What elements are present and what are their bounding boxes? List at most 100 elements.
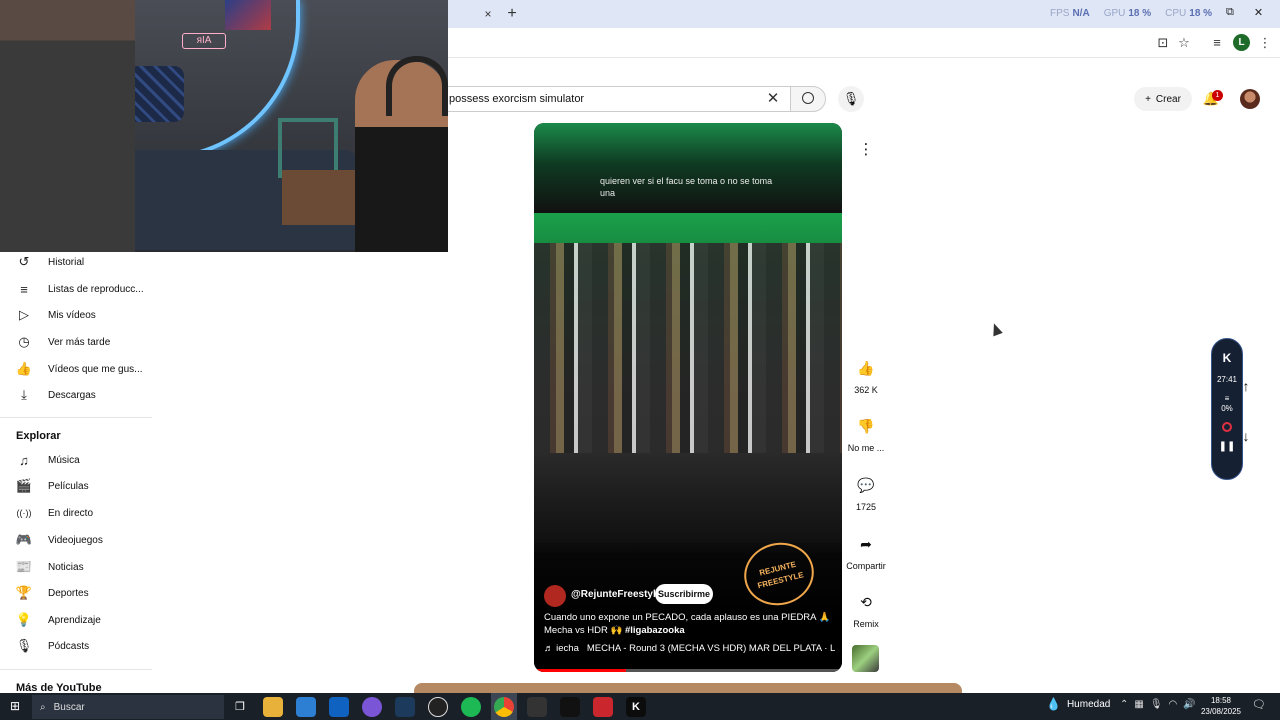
sidebar-item-label: Aprendizaje xyxy=(48,614,101,626)
taskbar-search-label: Buscar xyxy=(53,701,85,713)
tiktok-live-icon[interactable] xyxy=(560,697,580,717)
record-icon[interactable] xyxy=(1222,422,1232,432)
sidebar-item-watch-later[interactable]: ◷ Ver más tarde xyxy=(0,329,152,355)
tab-close-icon[interactable]: × xyxy=(480,6,496,22)
clock-icon: ◷ xyxy=(18,334,30,349)
discord-icon[interactable] xyxy=(362,697,382,717)
taskbar-clock[interactable]: 18:58 23/08/2025 xyxy=(1196,695,1246,717)
sidebar-item-sports[interactable]: 🏆 Deportes xyxy=(0,580,152,606)
studio-icon[interactable] xyxy=(593,697,613,717)
wifi-icon[interactable]: ◠ xyxy=(1169,699,1178,710)
music-icon: ♫ xyxy=(19,452,29,468)
chevron-up-icon[interactable]: ⌃ xyxy=(1120,699,1128,710)
sidebar-item-liked-videos[interactable]: 👍 Vídeos que me gus... xyxy=(0,356,152,382)
webcam-overlay: ᴙIA xyxy=(0,0,448,252)
share-action[interactable]: ➦ Compartir xyxy=(844,530,888,571)
network-icon[interactable]: ▦ xyxy=(1134,699,1143,710)
comment-icon[interactable]: 💬 xyxy=(852,471,880,499)
next-short-button[interactable]: ↓ xyxy=(1238,428,1254,444)
close-window-button[interactable]: ✕ xyxy=(1254,6,1263,19)
star-icon[interactable]: ☆ xyxy=(1175,34,1193,52)
sidebar-item-my-videos[interactable]: ▷ Mis vídeos xyxy=(0,302,152,328)
previous-short-button[interactable]: ↑ xyxy=(1238,378,1254,394)
search-input[interactable]: possess exorcism simulator xyxy=(440,86,792,112)
sidebar-item-label: Películas xyxy=(48,480,89,492)
remix-action[interactable]: ⟲ Remix xyxy=(844,588,888,629)
media-icon[interactable]: ≡ xyxy=(1208,34,1226,52)
film-icon: 🎬 xyxy=(15,478,33,493)
recording-widget: K 27:41 ≡ 0% ❚❚ xyxy=(1211,338,1243,480)
sidebar-item-label: Videojuegos xyxy=(48,534,103,546)
account-avatar[interactable] xyxy=(1240,89,1260,109)
chair xyxy=(278,118,338,178)
music-prefix: ♬ iecha xyxy=(544,643,579,654)
sidebar-item-news[interactable]: 📰 Noticias xyxy=(0,554,152,580)
sidebar-item-movies[interactable]: 🎬 Películas xyxy=(0,473,152,499)
more-icon[interactable]: ⋮ xyxy=(1256,34,1274,52)
kick-logo-icon: K xyxy=(1222,351,1232,365)
remix-icon[interactable]: ⟲ xyxy=(852,588,880,616)
sidebar-item-playlists[interactable]: ≡ Listas de reproducc... xyxy=(0,276,152,302)
new-tab-button[interactable]: + xyxy=(504,5,520,23)
sidebar-item-historial[interactable]: ↺ Historial xyxy=(0,249,152,275)
clear-search-icon[interactable]: ✕ xyxy=(764,90,782,108)
kick-icon[interactable]: K xyxy=(626,697,646,717)
podcast-icon: 🎙 xyxy=(15,638,33,653)
music-row[interactable]: ♬ iecha MECHA - Round 3 (MECHA VS HDR) M… xyxy=(544,643,836,654)
sidebar-item-podcasts[interactable]: 🎙 Pódcasts xyxy=(0,633,152,659)
chrome-icon[interactable] xyxy=(494,697,514,717)
streamer-left xyxy=(0,0,135,252)
subscribe-button[interactable]: Suscribirme xyxy=(655,584,713,604)
sidebar-item-label: Vídeos que me gus... xyxy=(48,363,143,375)
profile-avatar[interactable]: L xyxy=(1233,34,1250,51)
short-title: Cuando uno expone un PECADO, cada aplaus… xyxy=(544,611,834,637)
restore-button[interactable]: ⧉ xyxy=(1226,6,1234,19)
sidebar-item-live[interactable]: ((·)) En directo xyxy=(0,500,152,526)
playback-progress[interactable] xyxy=(534,669,842,672)
system-tray[interactable]: ⌃ ▦ 🎙 ◠ 🔊 xyxy=(1120,699,1196,710)
dislike-action[interactable]: 👎 No me ... xyxy=(844,412,888,453)
sidebar-item-label: Listas de reproducc... xyxy=(48,283,144,295)
channel-name[interactable]: @RejunteFreestyle xyxy=(571,589,661,600)
like-action[interactable]: 👍 362 K xyxy=(844,354,888,395)
thumbs-up-icon: 👍 xyxy=(15,361,33,376)
hashtag-link[interactable]: #ligabazooka xyxy=(625,625,685,636)
taskbar-search[interactable]: ⌕ Buscar xyxy=(32,695,224,719)
playlist-icon: ≡ xyxy=(20,281,28,297)
volume-icon[interactable]: 🔊 xyxy=(1183,699,1195,710)
weather-widget[interactable]: 💧 Humedad xyxy=(1046,697,1110,711)
file-explorer-icon[interactable] xyxy=(263,697,283,717)
spotify-icon[interactable] xyxy=(461,697,481,717)
share-icon[interactable]: ➦ xyxy=(852,530,880,558)
sidebar-item-music[interactable]: ♫ Música xyxy=(0,447,152,473)
sidebar-item-learning[interactable]: 💡 Aprendizaje xyxy=(0,607,152,633)
store-icon[interactable] xyxy=(296,697,316,717)
thumbs-up-icon[interactable]: 👍 xyxy=(852,354,880,382)
search-button[interactable] xyxy=(790,86,826,112)
short-top-frame xyxy=(534,123,842,213)
obs-icon[interactable] xyxy=(428,697,448,717)
thumbs-down-icon[interactable]: 👎 xyxy=(852,412,880,440)
mic-icon[interactable]: 🎙 xyxy=(1150,699,1163,710)
create-button[interactable]: + Crear xyxy=(1134,87,1192,111)
windows-start-icon[interactable]: ⊞ xyxy=(8,699,22,713)
install-app-icon[interactable]: ⊡ xyxy=(1154,34,1172,52)
outlook-icon[interactable] xyxy=(329,697,349,717)
shorts-player[interactable]: quieren ver si el facu se toma o no se t… xyxy=(534,123,842,672)
more-options-icon[interactable]: ⋮ xyxy=(852,136,880,164)
channel-avatar[interactable] xyxy=(544,585,566,607)
sound-thumbnail[interactable] xyxy=(852,645,879,672)
next-short-peek[interactable] xyxy=(414,683,962,693)
cpu-stat: CPU 18 % xyxy=(1165,8,1213,19)
comments-action[interactable]: 💬 1725 xyxy=(844,471,888,512)
steam-icon[interactable] xyxy=(395,697,415,717)
sidebar-item-label: En directo xyxy=(48,507,94,519)
sidebar-item-gaming[interactable]: 🎮 Videojuegos xyxy=(0,527,152,553)
sidebar-item-label: Deportes xyxy=(48,587,89,599)
stream-deck-icon[interactable] xyxy=(527,697,547,717)
sidebar-item-downloads[interactable]: ⤓ Descargas xyxy=(0,382,152,408)
task-view-icon[interactable]: ❐ xyxy=(230,697,250,717)
voice-search-button[interactable]: 🎙 xyxy=(838,86,864,112)
hexagon-lights xyxy=(128,66,184,122)
notification-center-icon[interactable]: 🗨 xyxy=(1252,698,1266,711)
